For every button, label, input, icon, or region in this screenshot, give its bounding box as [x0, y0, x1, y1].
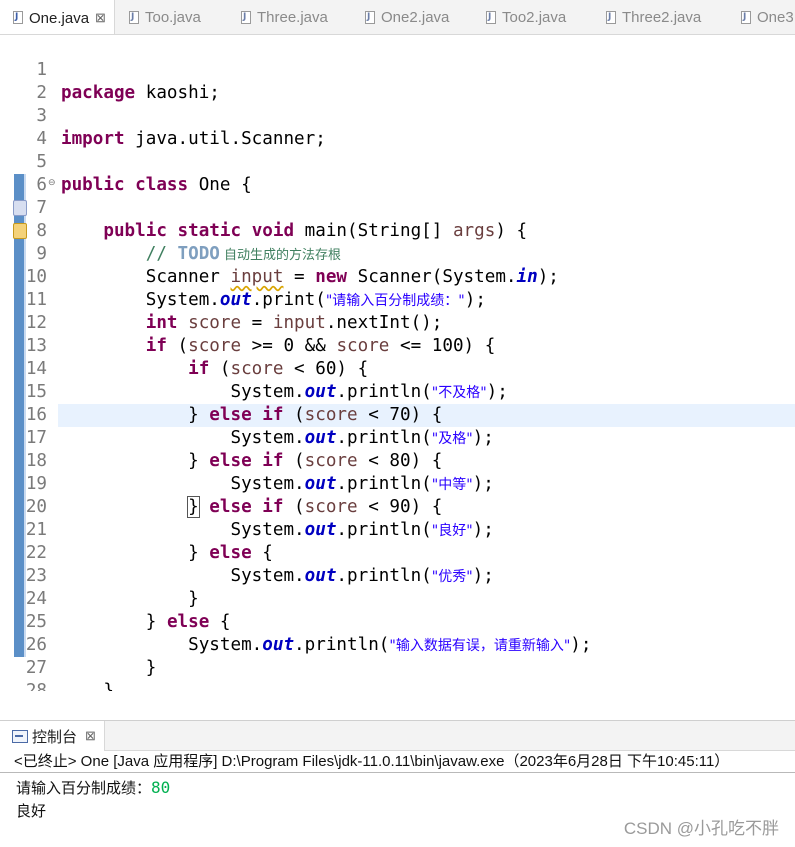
code-line: 23 }	[25, 566, 199, 609]
java-file-icon	[12, 10, 25, 26]
java-file-icon	[128, 10, 141, 26]
code-line: 5 public class One {	[36, 152, 252, 195]
tab-console[interactable]: 控制台 ⊠	[0, 721, 105, 751]
code-line: 15 } else if (score < 70) {	[25, 382, 443, 425]
code-line: 16 System.out.println("及格");	[25, 405, 494, 448]
code-line: 3 import java.util.Scanner;	[36, 106, 326, 149]
tab-label: One3	[757, 9, 794, 26]
code-line: 1 package kaoshi;	[36, 60, 220, 103]
code-line: 25 System.out.println("输入数据有误，请重新输入");	[25, 612, 592, 655]
java-file-icon	[240, 10, 253, 26]
console-result: 良好	[16, 803, 47, 820]
code-line: 6	[36, 175, 47, 195]
java-file-icon	[605, 10, 618, 26]
tab-label: Too2.java	[502, 9, 567, 26]
console-user-input: 80	[151, 778, 171, 797]
code-editor[interactable]: ⊖ 1 package kaoshi; 2 3 import java.util…	[0, 36, 795, 691]
console-tab-bar: 控制台 ⊠	[0, 720, 795, 751]
java-file-icon	[740, 10, 753, 26]
console-icon	[12, 729, 28, 743]
code-line: 24 } else {	[25, 589, 231, 632]
code-line: 17 } else if (score < 80) {	[25, 428, 443, 471]
code-line: 19 } else if (score < 90) {	[25, 474, 443, 518]
tab-three2-java[interactable]: Three2.java	[605, 0, 702, 34]
code-line: 7 public static void main(String[] args)…	[36, 198, 528, 241]
console-prompt: 请输入百分制成绩：	[16, 780, 152, 797]
tab-one3-java[interactable]: One3	[740, 0, 794, 34]
code-line: 20 System.out.println("良好");	[25, 497, 494, 540]
code-line: 29	[0, 680, 795, 691]
code-line: 2	[36, 83, 47, 103]
code-line: 12 if (score >= 0 && score <= 100) {	[25, 313, 496, 356]
tab-label: Too.java	[145, 9, 201, 26]
close-icon[interactable]: ⊠	[85, 728, 96, 744]
editor-tab-bar: One.java ⊠ Too.java Three.java One2.java…	[0, 0, 795, 35]
code-line: 22 System.out.println("优秀");	[25, 543, 494, 586]
code-line: 26 }	[25, 635, 157, 678]
console-status: <已终止> One [Java 应用程序] D:\Program Files\j…	[0, 751, 795, 773]
console-line: 请输入百分制成绩：80	[16, 777, 170, 798]
java-file-icon	[364, 10, 377, 26]
code-line: 27 }	[25, 658, 114, 691]
tab-label: Three2.java	[622, 9, 702, 26]
code-line: 4	[36, 129, 47, 149]
code-line: 8 // TODO 自动生成的方法存根	[36, 221, 342, 264]
code-line: 11 int score = input.nextInt();	[25, 290, 443, 333]
watermark: CSDN @小孔吃不胖	[623, 819, 779, 838]
tab-too2-java[interactable]: Too2.java	[485, 0, 567, 34]
tab-label: One2.java	[381, 9, 450, 26]
code-line: 21 } else {	[25, 520, 273, 563]
code-line: 14 System.out.println("不及格");	[25, 359, 508, 402]
code-line: 13 if (score < 60) {	[25, 336, 369, 379]
tab-one2-java[interactable]: One2.java	[364, 0, 450, 34]
code-line: 28 }	[25, 681, 47, 691]
code-line: 18 System.out.println("中等");	[25, 451, 494, 494]
close-icon[interactable]: ⊠	[95, 10, 106, 26]
code-line: 10 System.out.print("请输入百分制成绩：");	[25, 267, 486, 310]
tab-too-java[interactable]: Too.java	[128, 0, 201, 34]
java-file-icon	[485, 10, 498, 26]
tab-label: Three.java	[257, 9, 328, 26]
tab-three-java[interactable]: Three.java	[240, 0, 328, 34]
tab-one-java[interactable]: One.java ⊠	[0, 0, 115, 34]
console-tab-label: 控制台	[32, 728, 78, 746]
tab-label: One.java	[29, 9, 90, 27]
console-line: 良好	[16, 800, 46, 821]
console-output[interactable]: 请输入百分制成绩：80 良好 CSDN @小孔吃不胖	[0, 775, 795, 847]
code-line: 9 Scanner input = new Scanner(System.in)…	[36, 244, 559, 287]
